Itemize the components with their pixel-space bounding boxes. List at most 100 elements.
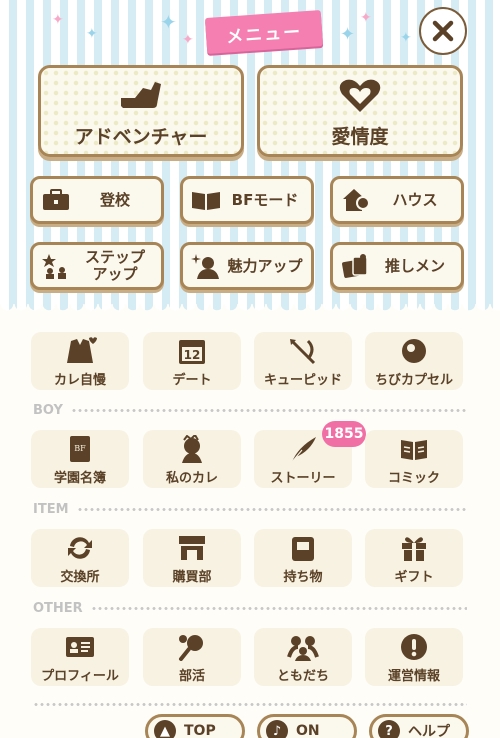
cupid-tile[interactable]: キューピッド xyxy=(254,332,352,390)
divider xyxy=(71,409,467,412)
club-tile[interactable]: 部活 xyxy=(143,628,241,686)
id-card-icon xyxy=(31,633,129,661)
close-icon xyxy=(432,20,454,42)
racket-icon xyxy=(143,633,241,661)
school-button[interactable]: 登校 xyxy=(30,176,164,224)
help-label: ヘルプ xyxy=(408,724,450,738)
boyfriend-boast-tile[interactable]: カレ自慢 xyxy=(31,332,129,390)
my-boyfriend-tile[interactable]: 私のカレ xyxy=(143,430,241,488)
story-count-badge: 1855 xyxy=(322,421,366,447)
sparkle-icon: ✦ xyxy=(340,24,356,45)
bottom-divider xyxy=(33,697,467,711)
section-title: BOY xyxy=(33,403,63,418)
adventure-label: アドベンチャー xyxy=(74,126,208,148)
close-button[interactable] xyxy=(419,7,467,55)
shop-icon xyxy=(143,534,241,562)
gift-tile[interactable]: ギフト xyxy=(365,529,463,587)
oshimen-button[interactable]: 推しメン xyxy=(330,242,464,290)
step-up-icon xyxy=(33,253,73,279)
book-icon xyxy=(183,188,223,212)
heart-icon xyxy=(336,76,384,120)
sparkle-icon: ✦ xyxy=(160,10,177,34)
school-label: 登校 xyxy=(99,190,130,209)
section-boy: BOY xyxy=(33,403,467,418)
house-button[interactable]: ハウス xyxy=(330,176,464,224)
capsule-icon xyxy=(365,337,463,365)
house-icon xyxy=(333,187,373,213)
divider xyxy=(91,607,467,610)
school-roster-tile[interactable]: BF 学園名簿 xyxy=(31,430,129,488)
jacket-icon xyxy=(31,337,129,365)
tile-label: 部活 xyxy=(178,669,205,684)
chibi-capsule-tile[interactable]: ちびカプセル xyxy=(365,332,463,390)
exclamation-icon xyxy=(365,633,463,661)
tile-label: 交換所 xyxy=(60,570,100,585)
exchange-tile[interactable]: 交換所 xyxy=(31,529,129,587)
charm-up-button[interactable]: 魅力アップ xyxy=(180,242,314,290)
sparkle-icon: ✦ xyxy=(52,12,64,28)
info-tile[interactable]: 運営情報 xyxy=(365,628,463,686)
friends-tile[interactable]: ともだち xyxy=(254,628,352,686)
bag-icon xyxy=(254,534,352,562)
step-up-button[interactable]: ステップ アップ xyxy=(30,242,164,290)
tile-label: ストーリー xyxy=(270,471,336,486)
step-up-label: ステップ アップ xyxy=(84,248,145,283)
affection-button[interactable]: 愛情度 xyxy=(257,65,463,157)
tile-label: プロフィール xyxy=(41,669,119,684)
tile-label: ちびカプセル xyxy=(374,373,453,388)
sound-toggle-button[interactable]: ♪ ON xyxy=(257,714,357,738)
section-title: OTHER xyxy=(33,601,83,616)
top-icon: ▲ xyxy=(154,720,176,738)
tile-label: カレ自慢 xyxy=(53,373,106,388)
shoe-icon xyxy=(117,76,165,120)
calendar-day: 12 xyxy=(184,348,201,362)
tile-label: 運営情報 xyxy=(387,669,440,684)
top-button[interactable]: ▲ TOP xyxy=(145,714,245,738)
comic-book-icon xyxy=(365,435,463,463)
divider xyxy=(77,508,467,511)
sparkle-icon: ✦ xyxy=(360,10,372,26)
boyfriend-icon xyxy=(143,435,241,463)
help-button[interactable]: ? ヘルプ xyxy=(369,714,469,738)
tile-label: ともだち xyxy=(276,669,329,684)
scalloped-edge xyxy=(0,304,500,318)
section-other: OTHER xyxy=(33,601,467,616)
inventory-tile[interactable]: 持ち物 xyxy=(254,529,352,587)
shop-tile[interactable]: 購買部 xyxy=(143,529,241,587)
oshimen-label: 推しメン xyxy=(384,256,445,275)
sparkle-icon: ✦ xyxy=(400,30,412,46)
tile-label: 持ち物 xyxy=(283,570,323,585)
tile-label: 学園名簿 xyxy=(53,471,106,486)
top-label: TOP xyxy=(184,723,216,738)
exchange-icon xyxy=(31,534,129,562)
tile-label: コミック xyxy=(387,471,440,486)
briefcase-icon xyxy=(33,188,73,212)
house-label: ハウス xyxy=(392,190,438,209)
section-item: ITEM xyxy=(33,502,467,517)
profile-tile[interactable]: プロフィール xyxy=(31,628,129,686)
bow-arrow-icon xyxy=(254,337,352,365)
affection-label: 愛情度 xyxy=(331,126,389,148)
tile-label: ギフト xyxy=(394,570,434,585)
sparkle-icon: ✦ xyxy=(182,32,194,48)
sparkle-icon: ✦ xyxy=(86,26,98,42)
roster-book-icon: BF xyxy=(31,435,129,463)
section-title: ITEM xyxy=(33,502,69,517)
divider xyxy=(33,703,467,706)
tile-label: 購買部 xyxy=(172,570,212,585)
help-icon: ? xyxy=(378,720,400,738)
bf-mode-label: BFモード xyxy=(231,190,299,209)
comic-tile[interactable]: コミック xyxy=(365,430,463,488)
date-tile[interactable]: 12 デート xyxy=(143,332,241,390)
fan-card-icon xyxy=(333,253,373,279)
sound-label: ON xyxy=(296,723,320,738)
sparkle-person-icon xyxy=(183,253,223,279)
bf-mode-button[interactable]: BFモード xyxy=(180,176,314,224)
sound-icon: ♪ xyxy=(266,720,288,738)
calendar-icon: 12 xyxy=(143,337,241,365)
gift-icon xyxy=(365,534,463,562)
tile-label: 私のカレ xyxy=(165,471,218,486)
tile-label: キューピッド xyxy=(263,373,342,388)
adventure-button[interactable]: アドベンチャー xyxy=(38,65,244,157)
friends-icon xyxy=(254,633,352,661)
